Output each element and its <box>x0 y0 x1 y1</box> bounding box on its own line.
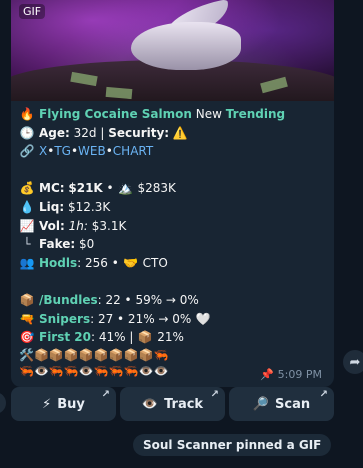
snipers-line: 🔫 Snipers : 27 • 21% → 0% 🤍 <box>19 310 327 329</box>
message-time: 📌 5:09 PM <box>259 368 322 381</box>
liq-line: 💧 Liq: $12.3K <box>19 198 327 217</box>
first20-line: 🎯 First 20 : 41% | 📦 21% <box>19 328 327 347</box>
scan-button[interactable]: 🔎 Scan ↗ <box>229 387 334 421</box>
bundles-link[interactable]: /Bundles <box>39 291 98 310</box>
handshake-icon: 🤝 <box>123 255 139 270</box>
token-name-link[interactable]: Flying Cocaine Salmon <box>39 105 192 124</box>
link-x[interactable]: X <box>39 142 47 161</box>
water-gun-icon: 🔫 <box>19 311 35 326</box>
external-arrow-icon: ↗ <box>210 389 219 400</box>
link-tg[interactable]: TG <box>54 142 71 161</box>
mc-line: 💰 MC: $21K • 🏔️ $283K <box>19 179 327 198</box>
mountain-icon: 🏔️ <box>117 181 133 196</box>
eye-icon: 👁️ <box>141 396 159 412</box>
package-icon: 📦 <box>137 330 153 345</box>
message-bubble: GIF 🔥 Flying Cocaine Salmon New Trending… <box>11 0 334 387</box>
age-line: 🕒 Age: 32d | Security: ⚠️ <box>19 124 327 143</box>
clock-icon: 🕒 <box>19 125 35 140</box>
corner-icon: └ <box>23 237 31 252</box>
fire-icon: 🔥 <box>19 107 35 121</box>
reply-edge <box>0 392 6 414</box>
droplet-icon: 💧 <box>19 199 35 214</box>
package-icon: 📦 <box>19 292 35 307</box>
gif-media[interactable]: GIF <box>11 0 334 101</box>
buy-button[interactable]: ⚡ Buy ↗ <box>11 387 116 421</box>
pin-icon: 📌 <box>259 368 274 381</box>
external-arrow-icon: ↗ <box>319 389 328 400</box>
warning-icon: ⚠️ <box>172 125 188 140</box>
links-line: 🔗 X • TG • WEB • CHART <box>19 142 327 161</box>
fish-shape <box>131 22 241 70</box>
external-arrow-icon: ↗ <box>101 389 110 400</box>
link-chart[interactable]: CHART <box>113 142 153 161</box>
chart-up-icon: 📈 <box>19 218 35 233</box>
title-line: 🔥 Flying Cocaine Salmon New Trending <box>19 105 327 124</box>
money-bag-icon: 💰 <box>19 181 35 196</box>
pinned-service-message: Soul Scanner pinned a GIF <box>133 434 332 456</box>
share-icon[interactable]: ➦ <box>343 350 363 374</box>
hodls-line: 👥 Hodls : 256 • 🤝 CTO <box>19 254 327 273</box>
hodls-link[interactable]: Hodls <box>39 254 77 273</box>
trending-link[interactable]: Trending <box>226 105 285 124</box>
people-icon: 👥 <box>19 255 35 270</box>
track-button[interactable]: 👁️ Track ↗ <box>120 387 225 421</box>
first20-link[interactable]: First 20 <box>39 328 91 347</box>
target-icon: 🎯 <box>19 330 35 345</box>
lightning-icon: ⚡ <box>42 396 52 412</box>
snipers-link[interactable]: Snipers <box>39 310 90 329</box>
holders-emoji-row-1: 🛠️📦📦📦📦📦📦📦📦🦐 <box>19 347 169 362</box>
magnifier-icon: 🔎 <box>252 396 270 412</box>
fake-line: └ Fake: $0 <box>19 235 327 254</box>
gif-badge: GIF <box>19 4 46 19</box>
white-heart-icon: 🤍 <box>195 311 211 326</box>
vol-line: 📈 Vol: 1h: $3.1K <box>19 217 327 236</box>
new-label: New <box>195 107 222 121</box>
bundles-line: 📦 /Bundles : 22 • 59% → 0% <box>19 291 327 310</box>
link-icon: 🔗 <box>19 144 35 159</box>
message-text: 🔥 Flying Cocaine Salmon New Trending 🕒 A… <box>11 101 334 379</box>
link-web[interactable]: WEB <box>78 142 106 161</box>
inline-keyboard: ⚡ Buy ↗ 👁️ Track ↗ 🔎 Scan ↗ <box>11 387 334 423</box>
